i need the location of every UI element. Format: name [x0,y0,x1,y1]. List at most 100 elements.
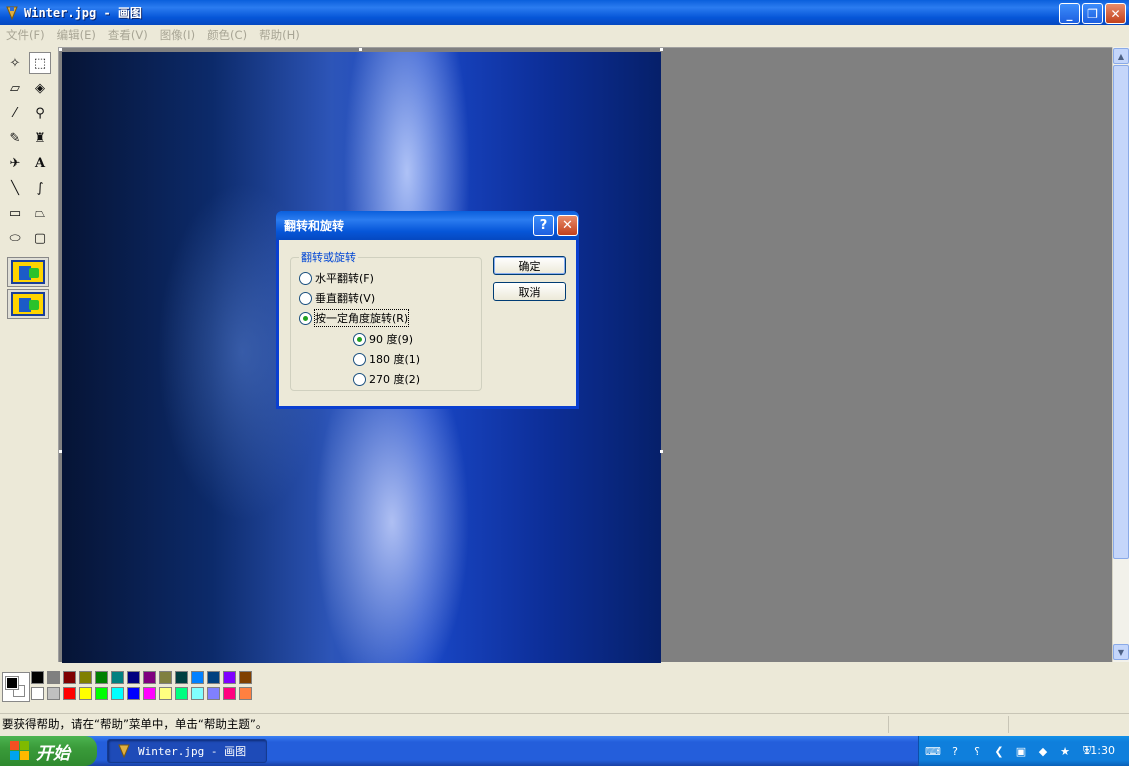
ime-icon[interactable]: ⸮ [969,743,985,759]
free-form-select-icon[interactable]: ✧ [4,52,26,74]
ellipse-icon[interactable]: ⬭ [4,227,26,249]
ok-button[interactable]: 确定 [493,256,566,275]
palette-color[interactable] [239,671,252,684]
radio-button[interactable] [299,291,312,305]
pencil-icon[interactable]: ✎ [4,127,26,149]
palette-color[interactable] [111,671,124,684]
palette-color[interactable] [31,671,44,684]
system-tray: ⌨ ? ⸮ ❮ ▣ ◆ ★ ⛨ 11:30 [918,736,1129,766]
palette-color[interactable] [191,671,204,684]
magnifier-icon[interactable]: ⚲ [29,102,51,124]
palette-color[interactable] [47,671,60,684]
radio-button[interactable] [353,352,366,366]
menu-image[interactable]: 图像(I) [154,27,201,43]
palette-color[interactable] [111,687,124,700]
palette-color[interactable] [207,687,220,700]
palette-color[interactable] [223,671,236,684]
palette-color[interactable] [63,687,76,700]
rect-select-icon[interactable]: ⬚ [29,52,51,74]
taskbar-paint-label: Winter.jpg - 画图 [138,745,247,758]
brush-icon[interactable]: ♜ [29,127,51,149]
menu-help[interactable]: 帮助(H) [253,27,306,43]
menu-colors[interactable]: 颜色(C) [201,27,253,43]
vertical-scrollbar[interactable]: ▲ ▼ [1112,47,1129,662]
palette-color[interactable] [79,671,92,684]
question-icon: ? [539,218,548,233]
radio-flip-vertical[interactable]: 垂直翻转(V) [299,290,375,306]
radio-label: 水平翻转(F) [315,272,374,285]
text-tool-icon[interactable]: A [29,152,51,174]
paint-app-icon [6,6,18,20]
radio-rotate-by-angle[interactable]: 按一定角度旋转(R) [299,309,410,327]
scroll-thumb[interactable] [1113,65,1129,559]
radio-angle-270[interactable]: 270 度(2) [353,371,420,387]
menu-file[interactable]: 文件(F) [0,27,51,43]
palette-color[interactable] [79,687,92,700]
scroll-up-icon[interactable]: ▲ [1113,48,1129,64]
eraser-icon[interactable]: ▱ [4,77,26,99]
palette-color[interactable] [95,671,108,684]
fill-bucket-icon[interactable]: ◈ [29,77,51,99]
resize-handle[interactable] [660,450,663,453]
show-hidden-icons-icon[interactable]: ❮ [991,743,1007,759]
resize-handle [359,48,362,51]
color-picker-icon[interactable]: ⁄ [4,102,26,124]
palette-color[interactable] [63,671,76,684]
palette-color[interactable] [143,671,156,684]
line-icon[interactable]: ╲ [4,177,26,199]
palette-color[interactable] [47,687,60,700]
close-icon: ✕ [562,218,573,233]
help-icon[interactable]: ? [947,743,963,759]
radio-label: 垂直翻转(V) [315,292,376,305]
tool-option-opaque[interactable] [7,257,49,287]
palette-color[interactable] [239,687,252,700]
radio-button[interactable] [353,332,366,346]
menu-view[interactable]: 查看(V) [102,27,154,43]
palette-color[interactable] [127,687,140,700]
start-button[interactable]: 开始 [0,736,97,766]
radio-button[interactable] [299,311,312,325]
close-button[interactable]: ✕ [1105,3,1126,24]
palette-color[interactable] [159,671,172,684]
radio-label: 按一定角度旋转(R) [313,309,410,327]
keyboard-icon[interactable]: ⌨ [925,743,941,759]
palette-color[interactable] [31,687,44,700]
menu-edit[interactable]: 编辑(E) [51,27,102,43]
palette-color[interactable] [159,687,172,700]
scroll-down-icon[interactable]: ▼ [1113,644,1129,660]
canvas-workspace[interactable] [58,47,1112,663]
palette-color[interactable] [95,687,108,700]
palette-color[interactable] [175,687,188,700]
language-icon[interactable]: ▣ [1013,743,1029,759]
close-icon: ✕ [1110,6,1121,21]
cancel-button[interactable]: 取消 [493,282,566,301]
paint-app-icon [118,744,130,759]
rounded-rect-icon[interactable]: ▢ [29,227,51,249]
palette-color[interactable] [207,671,220,684]
rectangle-icon[interactable]: ▭ [4,202,26,224]
radio-angle-90[interactable]: 90 度(9) [353,331,413,347]
airbrush-icon[interactable]: ✈ [4,152,26,174]
minimize-button[interactable]: _ [1059,3,1080,24]
polygon-icon[interactable]: ⏢ [29,202,51,224]
minimize-icon: _ [1066,6,1073,21]
palette-color[interactable] [191,687,204,700]
maximize-button[interactable]: ❐ [1082,3,1103,24]
dialog-help-button[interactable]: ? [533,215,554,236]
current-colors [2,672,30,702]
palette-color[interactable] [127,671,140,684]
palette-color[interactable] [223,687,236,700]
restore-icon: ❐ [1087,6,1098,21]
radio-angle-180[interactable]: 180 度(1) [353,351,420,367]
dialog-close-button[interactable]: ✕ [557,215,578,236]
star-icon[interactable]: ★ [1057,743,1073,759]
palette-color[interactable] [175,671,188,684]
radio-button[interactable] [299,271,312,285]
taskbar-paint-button[interactable]: Winter.jpg - 画图 [107,739,267,763]
tool-option-transparent[interactable] [7,289,49,319]
network-icon[interactable]: ◆ [1035,743,1051,759]
palette-color[interactable] [143,687,156,700]
curve-icon[interactable]: ∫ [29,177,51,199]
radio-flip-horizontal[interactable]: 水平翻转(F) [299,270,374,286]
radio-button[interactable] [353,372,366,386]
